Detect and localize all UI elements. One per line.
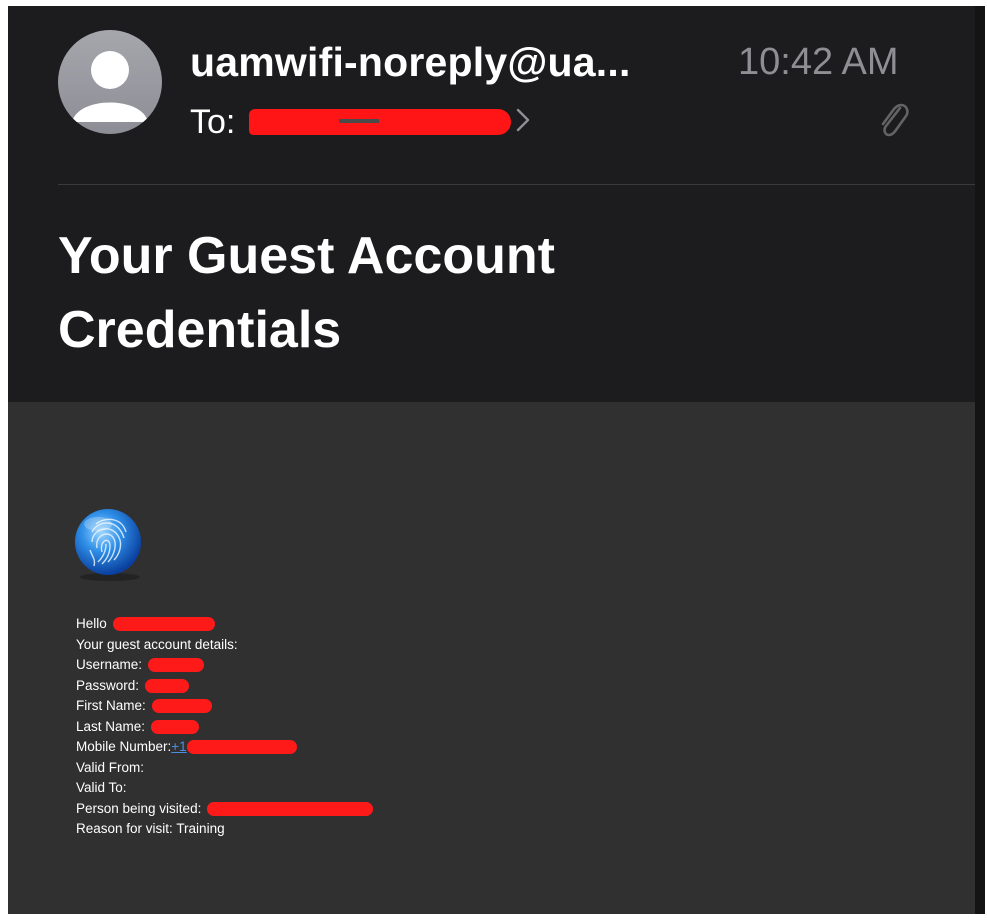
- recipient-row[interactable]: To:: [190, 102, 531, 142]
- window-edge: [975, 6, 985, 914]
- redacted-password: [144, 678, 189, 693]
- chevron-right-icon[interactable]: [515, 107, 531, 138]
- redacted-mobile-number: [186, 740, 297, 755]
- email-view: uamwifi-noreply@ua... 10:42 AM To: Your …: [8, 6, 975, 914]
- redacted-person-visited: [207, 801, 374, 816]
- last-name-line: Last Name:: [76, 717, 373, 738]
- valid-from-line: Valid From:: [76, 759, 145, 775]
- redacted-name: [112, 617, 215, 632]
- email-body: Hello Your guest account details: Userna…: [8, 402, 975, 914]
- redacted-recipient: [249, 109, 512, 135]
- greeting-line: Hello: [76, 614, 373, 635]
- username-line: Username:: [76, 655, 373, 676]
- sender-avatar-icon[interactable]: [58, 30, 162, 134]
- valid-to-line: Valid To:: [76, 780, 127, 795]
- redacted-first-name: [151, 699, 212, 714]
- email-subject: Your Guest Account Credentials: [58, 219, 758, 367]
- subject-line-1: Your Guest Account: [58, 227, 555, 285]
- to-label: To:: [190, 102, 236, 141]
- mobile-number-link[interactable]: +1: [171, 739, 186, 754]
- paperclip-icon[interactable]: [876, 100, 910, 145]
- fingerprint-globe-logo: [70, 504, 156, 589]
- redacted-last-name: [150, 719, 199, 734]
- received-time: 10:42 AM: [738, 41, 899, 83]
- sender-address[interactable]: uamwifi-noreply@ua...: [190, 39, 631, 86]
- credentials-text: Hello Your guest account details: Userna…: [76, 614, 374, 840]
- reason-value: Training: [176, 821, 225, 836]
- intro-line: Your guest account details:: [76, 636, 238, 652]
- first-name-line: First Name:: [76, 696, 373, 717]
- reason-line: Reason for visit: Training: [76, 821, 225, 836]
- password-line: Password:: [76, 676, 373, 697]
- mobile-number-line: Mobile Number:+1: [76, 737, 373, 758]
- person-visited-line: Person being visited:: [76, 799, 374, 820]
- header-divider: [58, 184, 975, 185]
- subject-line-2: Credentials: [58, 301, 342, 359]
- redacted-username: [147, 658, 204, 673]
